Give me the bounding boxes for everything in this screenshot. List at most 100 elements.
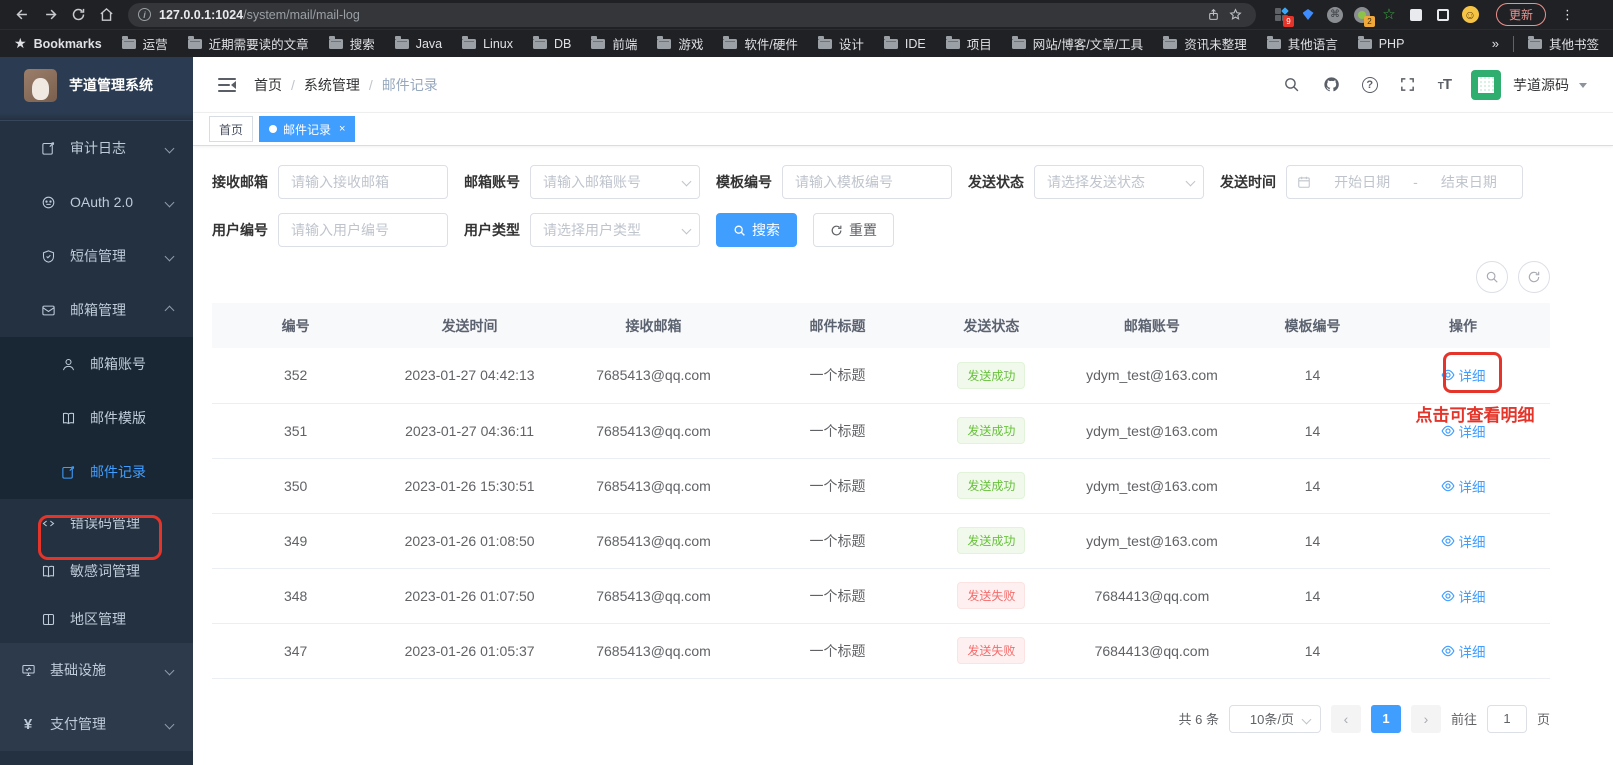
extension-recorder-icon[interactable]: 2 bbox=[1353, 6, 1375, 27]
search-icon[interactable] bbox=[1282, 75, 1302, 95]
sidebar-collapse-icon[interactable] bbox=[218, 77, 236, 92]
help-icon[interactable]: ? bbox=[1361, 76, 1378, 93]
sidebar-item-mail-account[interactable]: 邮箱账号 bbox=[0, 337, 193, 391]
fullscreen-icon[interactable] bbox=[1398, 75, 1418, 95]
close-icon[interactable]: × bbox=[339, 123, 345, 135]
cell-mail: 7685413@qq.com bbox=[559, 623, 748, 679]
profile-avatar[interactable]: ☺ bbox=[1461, 6, 1479, 24]
share-icon[interactable] bbox=[1202, 4, 1224, 26]
date-range-picker[interactable]: 开始日期 - 结束日期 bbox=[1286, 165, 1523, 199]
bookmark-folder[interactable]: 软件/硬件 bbox=[723, 34, 798, 53]
forward-icon[interactable] bbox=[38, 3, 62, 27]
prev-page-button[interactable]: ‹ bbox=[1330, 704, 1361, 733]
bookmark-folder[interactable]: 其他语言 bbox=[1266, 34, 1338, 53]
cell-time: 2023-01-26 01:05:37 bbox=[379, 623, 560, 679]
browser-menu-icon[interactable]: ⋮ bbox=[1561, 7, 1574, 23]
extension-command-icon[interactable]: ⌘ bbox=[1326, 6, 1344, 24]
total-count: 共 6 条 bbox=[1178, 712, 1219, 727]
sidebar-item-mail-log[interactable]: 邮件记录 bbox=[0, 445, 193, 499]
detail-button[interactable]: 详细 bbox=[1441, 531, 1486, 551]
reload-icon[interactable] bbox=[66, 3, 90, 27]
bookmark-folder[interactable]: 网站/博客/文章/工具 bbox=[1011, 34, 1143, 53]
user-type-select[interactable] bbox=[530, 213, 700, 247]
tab-home[interactable]: 首页 bbox=[209, 116, 254, 142]
github-icon[interactable] bbox=[1322, 75, 1342, 95]
bookmarks-root[interactable]: ★ Bookmarks bbox=[14, 35, 102, 52]
sidebar-item-audit-log[interactable]: 审计日志 bbox=[0, 121, 193, 175]
home-icon[interactable] bbox=[94, 3, 118, 27]
sidebar-logo[interactable]: 芋道管理系统 bbox=[0, 57, 193, 113]
caret-down-icon[interactable] bbox=[1579, 82, 1587, 92]
sidebar-item-mail[interactable]: 邮箱管理 bbox=[0, 283, 193, 337]
url-bar[interactable]: i 127.0.0.1:1024/system/mail/mail-log bbox=[128, 2, 1256, 27]
bookmark-folder[interactable]: 前端 bbox=[591, 34, 637, 53]
back-icon[interactable] bbox=[10, 3, 34, 27]
current-page-button[interactable]: 1 bbox=[1370, 704, 1401, 733]
sidebar-item-error-code[interactable]: 错误码管理 bbox=[0, 499, 193, 547]
to-mail-input[interactable] bbox=[278, 165, 448, 199]
detail-button[interactable]: 详细 bbox=[1441, 641, 1486, 661]
bookmark-folder[interactable]: Java bbox=[394, 35, 442, 51]
search-button[interactable]: 搜索 bbox=[716, 213, 797, 247]
sidebar-item-infrastructure[interactable]: 基础设施 bbox=[0, 643, 193, 697]
tab-label: 首页 bbox=[219, 122, 244, 137]
start-date-placeholder[interactable]: 开始日期 bbox=[1319, 172, 1405, 192]
other-bookmarks[interactable]: 其他书签 bbox=[1527, 34, 1599, 53]
reset-button[interactable]: 重置 bbox=[813, 213, 894, 247]
status-select[interactable] bbox=[1034, 165, 1204, 199]
bookmark-folder[interactable]: 游戏 bbox=[657, 34, 703, 53]
sidebar-item-sensitive-word[interactable]: 敏感词管理 bbox=[0, 547, 193, 595]
end-date-placeholder[interactable]: 结束日期 bbox=[1426, 172, 1512, 192]
sidebar-item-label: 邮件记录 bbox=[90, 464, 146, 480]
bookmark-folder[interactable]: PHP bbox=[1357, 35, 1404, 51]
account-select[interactable] bbox=[530, 165, 700, 199]
bookmark-folder[interactable]: Linux bbox=[462, 35, 513, 51]
bookmark-folder[interactable]: IDE bbox=[883, 35, 926, 51]
sidebar-item-region[interactable]: 地区管理 bbox=[0, 595, 193, 643]
breadcrumb-system[interactable]: 系统管理 bbox=[304, 75, 360, 95]
detail-button[interactable]: 详细 bbox=[1441, 586, 1486, 606]
cell-account: 7684413@qq.com bbox=[1054, 568, 1249, 624]
sidebar-item-mail-template[interactable]: 邮件模版 bbox=[0, 391, 193, 445]
detail-button[interactable]: 详细 bbox=[1441, 476, 1486, 496]
site-info-icon[interactable]: i bbox=[138, 8, 151, 21]
next-page-button[interactable]: › bbox=[1410, 704, 1441, 733]
bookmark-star-icon[interactable] bbox=[1224, 4, 1246, 26]
detail-button[interactable]: 详细 bbox=[1441, 421, 1486, 441]
bookmarks-overflow-icon[interactable]: » bbox=[1492, 36, 1499, 51]
extension-gem-icon[interactable] bbox=[1299, 6, 1317, 24]
page-size-select[interactable]: 10条/页 bbox=[1228, 704, 1321, 733]
cell-id: 347 bbox=[212, 623, 380, 679]
font-size-icon[interactable]: TT bbox=[1438, 76, 1452, 93]
bookmark-folder[interactable]: 项目 bbox=[945, 34, 992, 53]
detail-label: 详细 bbox=[1458, 644, 1486, 660]
extension-grid-icon[interactable]: 9 bbox=[1272, 6, 1294, 27]
sidebar-item-payment[interactable]: ¥ 支付管理 bbox=[0, 697, 193, 751]
goto-page-input[interactable] bbox=[1486, 704, 1527, 733]
tab-frame-icon[interactable] bbox=[1434, 6, 1452, 24]
username[interactable]: 芋道源码 bbox=[1513, 75, 1569, 95]
refresh-table-button[interactable] bbox=[1518, 261, 1550, 293]
bookmark-folder[interactable]: 搜索 bbox=[328, 34, 375, 53]
sidebar-item-sms[interactable]: 短信管理 bbox=[0, 229, 193, 283]
bookmarks-divider bbox=[1512, 35, 1514, 52]
bookmark-folder[interactable]: DB bbox=[533, 35, 571, 51]
sidebar-item-oauth[interactable]: OAuth 2.0 bbox=[0, 175, 193, 229]
tab-mail-log[interactable]: 邮件记录 × bbox=[259, 116, 356, 142]
template-input[interactable] bbox=[782, 165, 952, 199]
col-status: 发送状态 bbox=[927, 303, 1055, 348]
extension-star-icon[interactable]: ☆ bbox=[1380, 6, 1398, 24]
bookmark-folder[interactable]: 近期需要读的文章 bbox=[187, 34, 309, 53]
cell-time: 2023-01-27 04:36:11 bbox=[379, 403, 560, 459]
breadcrumb-home[interactable]: 首页 bbox=[254, 75, 282, 95]
update-button[interactable]: 更新 bbox=[1496, 3, 1547, 26]
bookmark-folder[interactable]: 资讯未整理 bbox=[1163, 34, 1247, 53]
bookmark-folder[interactable]: 运营 bbox=[121, 34, 168, 53]
toggle-search-button[interactable] bbox=[1476, 261, 1508, 293]
user-id-input[interactable] bbox=[278, 213, 448, 247]
field-send-time: 发送时间 开始日期 - 结束日期 bbox=[1220, 165, 1523, 199]
user-avatar[interactable] bbox=[1471, 69, 1501, 100]
extension-puzzle-icon[interactable] bbox=[1407, 6, 1425, 24]
bookmark-folder[interactable]: 设计 bbox=[817, 34, 864, 53]
detail-button[interactable]: 详细 bbox=[1441, 365, 1486, 385]
